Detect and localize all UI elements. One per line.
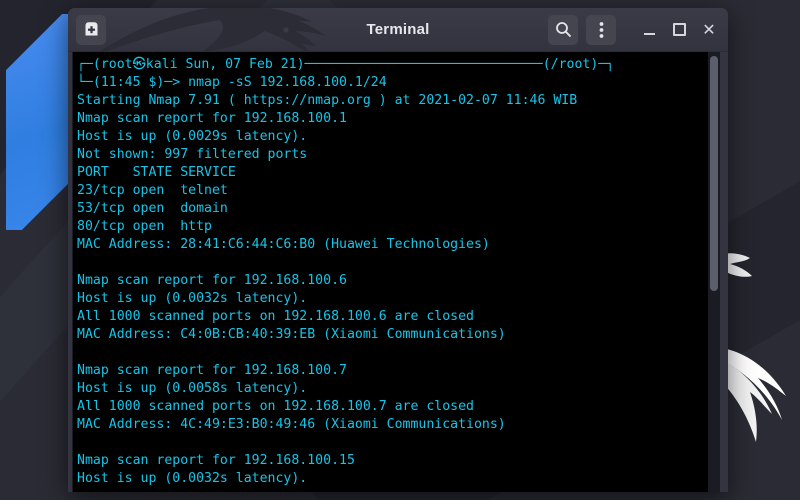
maximize-button[interactable] [668, 17, 690, 43]
close-button[interactable]: ✕ [698, 17, 720, 43]
terminal-line: MAC Address: 4C:49:E3:B0:49:46 (Xiaomi C… [77, 417, 506, 432]
terminal-line: Nmap scan report for 192.168.100.6 [77, 273, 347, 288]
terminal-line: ┌─(root㉿kali Sun, 07 Feb 21)────────────… [77, 57, 615, 72]
terminal-window[interactable]: Terminal ✕ ┌─(root㉿kali Sun, 07 Feb 21)─… [68, 8, 728, 492]
search-button[interactable] [548, 14, 578, 45]
new-tab-button[interactable] [76, 14, 106, 45]
terminal-line: └─(11:45 $)─> nmap -sS 192.168.100.1/24 [77, 75, 387, 90]
search-icon [555, 22, 571, 37]
terminal-body[interactable]: ┌─(root㉿kali Sun, 07 Feb 21)────────────… [72, 52, 720, 492]
titlebar-dragon-watermark [100, 8, 326, 51]
new-tab-plus-icon [85, 22, 97, 36]
titlebar-controls: ✕ [548, 14, 720, 45]
terminal-line: Nmap scan report for 192.168.100.7 [77, 363, 347, 378]
terminal-line: All 1000 scanned ports on 192.168.100.6 … [77, 309, 474, 324]
terminal-line: PORT STATE SERVICE [77, 165, 236, 180]
terminal-line: Host is up (0.0058s latency). [77, 381, 308, 396]
terminal-line: MAC Address: C4:0B:CB:40:39:EB (Xiaomi C… [77, 327, 506, 342]
terminal-line: 23/tcp open telnet [77, 183, 228, 198]
terminal-scrollbar-thumb[interactable] [710, 56, 718, 291]
terminal-line: Host is up (0.0032s latency). [77, 291, 308, 306]
terminal-scrollbar-track[interactable] [708, 52, 720, 492]
terminal-line: Starting Nmap 7.91 ( https://nmap.org ) … [77, 93, 578, 108]
minimize-button[interactable] [638, 17, 660, 43]
terminal-line: Host is up (0.0032s latency). [77, 471, 308, 486]
terminal-line: Not shown: 997 filtered ports [77, 147, 308, 162]
window-titlebar[interactable]: Terminal ✕ [68, 8, 728, 52]
terminal-line: Nmap scan report for 192.168.100.15 [77, 453, 355, 468]
terminal-line: All 1000 scanned ports on 192.168.100.7 … [77, 399, 474, 414]
kebab-menu-icon [599, 21, 603, 38]
terminal-line: Nmap scan report for 192.168.100.1 [77, 111, 347, 126]
terminal-line: 80/tcp open http [77, 219, 212, 234]
menu-button[interactable] [586, 14, 616, 45]
terminal-line: MAC Address: 28:41:C6:44:C6:B0 (Huawei T… [77, 237, 490, 252]
window-right-edge [720, 52, 728, 492]
terminal-line: Host is up (0.0029s latency). [77, 129, 308, 144]
terminal-output: ┌─(root㉿kali Sun, 07 Feb 21)────────────… [75, 56, 720, 488]
terminal-line: 53/tcp open domain [77, 201, 228, 216]
